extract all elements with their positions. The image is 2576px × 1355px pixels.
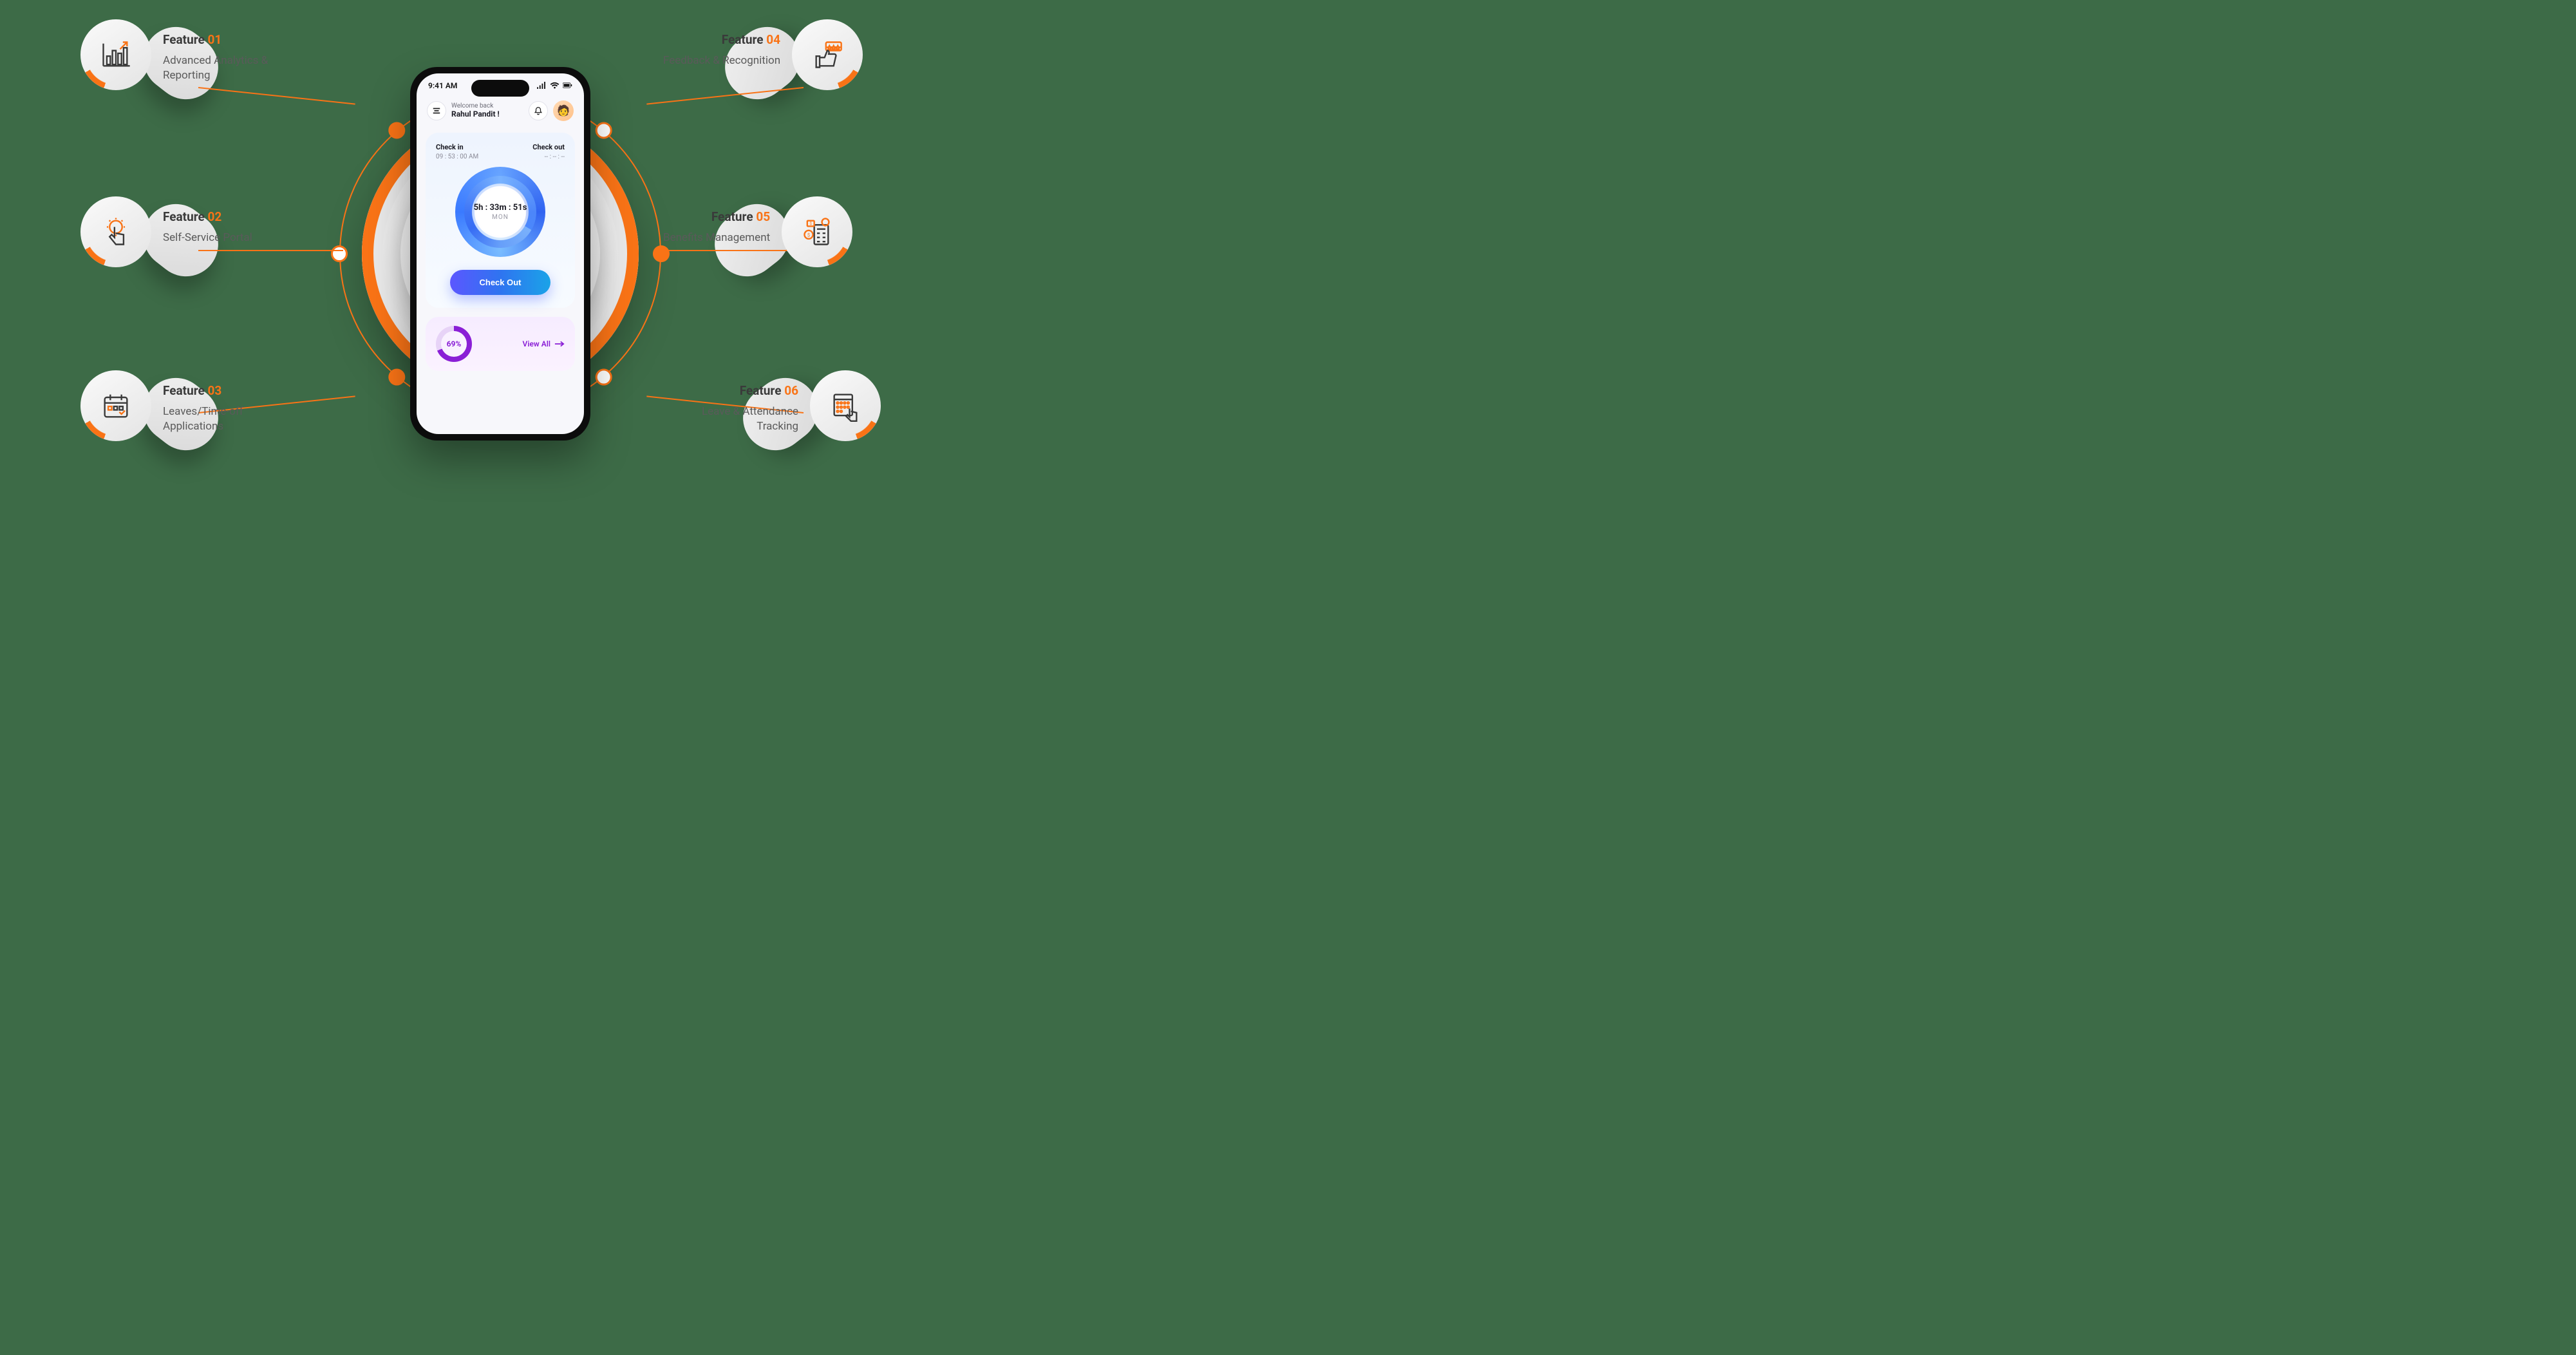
phone-notch [471, 80, 529, 97]
feature-pill: $ $ [782, 196, 852, 267]
calendar-icon [99, 389, 133, 422]
feature-analytics: Feature 01 Advanced Analytics & Reportin… [80, 19, 298, 90]
progress-donut: 69% [436, 326, 472, 362]
menu-button[interactable] [427, 101, 446, 120]
orbit-node [596, 122, 612, 138]
svg-text:$: $ [810, 221, 813, 226]
feature-desc: Leave & Attendance Tracking [663, 404, 798, 434]
feature-desc: Leaves/Time-off Applications [163, 404, 298, 434]
money-calc-icon: $ $ [800, 215, 834, 249]
progress-percent: 69% [447, 339, 462, 348]
orbit-node [596, 368, 612, 385]
feature-leaves: Feature 03 Leaves/Time-off Applications [80, 370, 298, 441]
status-time: 9:41 AM [428, 81, 457, 90]
feature-desc: Advanced Analytics & Reporting [163, 53, 298, 83]
wifi-icon [550, 82, 559, 89]
checkin-label: Check in [436, 143, 478, 151]
feature-feedback: Feature 04 Feedback & Recognition [663, 19, 863, 90]
greeting: Welcome back Rahul Pandit ! [451, 102, 523, 118]
thumbs-up-stars-icon [811, 38, 844, 71]
checkout-time: -- : -- : -- [532, 153, 565, 160]
checkout-label: Check out [532, 143, 565, 151]
feature-title: Feature 05 [663, 209, 770, 224]
user-name: Rahul Pandit ! [451, 109, 523, 118]
attendance-icon [829, 389, 862, 422]
signal-icon [537, 82, 547, 89]
feature-pill [80, 370, 151, 441]
feature-title: Feature 02 [163, 209, 252, 224]
day-label: MON [474, 214, 527, 221]
orbit-node [388, 368, 405, 385]
feature-attendance: Feature 06 Leave & Attendance Tracking [663, 370, 881, 441]
arrow-right-icon [554, 341, 565, 347]
feature-self-service: Feature 02 Self-Service Portal [80, 196, 252, 267]
orbit-node [388, 122, 405, 138]
avatar[interactable]: 🧑 [553, 100, 574, 121]
feature-pill [80, 196, 151, 267]
attendance-card: Check in 09 : 53 : 00 AM Check out -- : … [426, 133, 575, 308]
view-all-link[interactable]: View All [523, 339, 565, 348]
checkout-button[interactable]: Check Out [450, 270, 550, 295]
feature-pill [810, 370, 881, 441]
feature-desc: Self-Service Portal [163, 231, 252, 245]
elapsed-time: 5h : 33m : 51s [474, 203, 527, 213]
feature-title: Feature 06 [663, 383, 798, 398]
feature-title: Feature 03 [163, 383, 298, 398]
feature-benefits: $ $ Feature 05 Benefits Management [663, 196, 852, 267]
progress-card: 69% View All [426, 317, 575, 371]
phone-screen: 9:41 AM Welcome back Rahul Pandit ! 🧑 [417, 73, 584, 434]
timer-ring: 5h : 33m : 51s MON [455, 167, 545, 257]
feature-pill [80, 19, 151, 90]
orbit-node [331, 245, 348, 262]
battery-icon [563, 82, 572, 89]
phone-mockup: 9:41 AM Welcome back Rahul Pandit ! 🧑 [410, 67, 590, 441]
feature-pill [792, 19, 863, 90]
touch-gear-icon [99, 215, 133, 249]
feature-title: Feature 04 [663, 32, 780, 47]
analytics-icon [99, 38, 133, 71]
feature-desc: Feedback & Recognition [663, 53, 780, 68]
feature-desc: Benefits Management [663, 231, 770, 245]
notifications-button[interactable] [529, 101, 548, 120]
welcome-label: Welcome back [451, 102, 523, 109]
svg-text:$: $ [807, 232, 810, 238]
checkin-time: 09 : 53 : 00 AM [436, 153, 478, 160]
feature-title: Feature 01 [163, 32, 298, 47]
